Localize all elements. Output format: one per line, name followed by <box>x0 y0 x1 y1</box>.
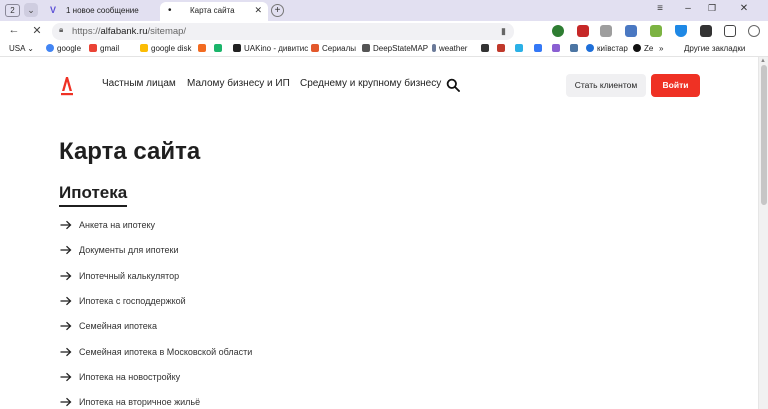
arrow-right-icon <box>60 220 72 230</box>
bookmark-google[interactable]: google <box>46 41 81 57</box>
app-icon <box>198 44 206 52</box>
window-menu-icon[interactable]: ≡ <box>652 3 668 14</box>
weather-icon <box>432 44 436 52</box>
sitemap-link-label[interactable]: Семейная ипотека <box>79 320 157 333</box>
web-page: Частным лицам Малому бизнесу и ИП Средне… <box>0 57 758 409</box>
vk-icon <box>570 44 578 52</box>
gmail-icon <box>89 44 97 52</box>
drive-icon <box>140 44 148 52</box>
uakino-icon <box>233 44 241 52</box>
extension-icon[interactable] <box>625 25 637 37</box>
bookmark-icon[interactable]: ▮ <box>501 26 506 37</box>
download-extension-icon[interactable] <box>650 25 662 37</box>
bookmark-ze[interactable]: Ze <box>633 41 653 57</box>
section-underline <box>59 205 127 207</box>
google-icon <box>46 44 54 52</box>
app-icon <box>534 44 542 52</box>
page-title: Карта сайта <box>59 138 201 165</box>
address-bar[interactable]: 🔒︎ https://alfabank.ru/sitemap/ ▮ <box>52 23 514 40</box>
bookmark-app[interactable] <box>198 41 209 57</box>
kyivstar-icon <box>586 44 594 52</box>
become-client-button[interactable]: Стать клиентом <box>566 74 646 97</box>
extension-icon[interactable] <box>577 25 589 37</box>
login-button[interactable]: Войти <box>651 74 700 97</box>
bookmarks-bar: USA ⌄ google gmail google disk UAKino - … <box>0 41 768 57</box>
tab-messages[interactable]: V 1 новое сообщение <box>44 2 168 21</box>
bookmark-app[interactable] <box>214 41 225 57</box>
back-icon[interactable]: ← <box>7 24 21 36</box>
alfa-logo-icon[interactable] <box>60 74 74 96</box>
tab-title: 1 новое сообщение <box>66 6 139 15</box>
section-title-mortgage: Ипотека <box>59 183 128 202</box>
page-scrollbar[interactable]: ▲ <box>758 57 768 409</box>
bookmark-kyivstar[interactable]: київстар <box>586 41 628 57</box>
app-icon <box>552 44 560 52</box>
url-text: https://alfabank.ru/sitemap/ <box>72 26 187 37</box>
tabs-dropdown-chevron-icon[interactable]: ⌄ <box>24 3 38 17</box>
extension-icon[interactable] <box>700 25 712 37</box>
bookmark-series[interactable]: Сериалы <box>311 41 356 57</box>
minimize-icon[interactable]: – <box>680 3 696 14</box>
app-icon <box>214 44 222 52</box>
series-icon <box>311 44 319 52</box>
app-icon <box>497 44 505 52</box>
scroll-up-icon[interactable]: ▲ <box>760 58 766 64</box>
loading-dot-icon: • <box>168 5 172 16</box>
other-bookmarks[interactable]: Другие закладки <box>684 41 745 57</box>
arrow-right-icon <box>60 397 72 407</box>
sitemap-link-label[interactable]: Ипотека с господдержкой <box>79 295 186 308</box>
bookmark-google-disk[interactable]: google disk <box>140 41 191 57</box>
extensions-puzzle-icon[interactable] <box>724 25 736 37</box>
lock-icon: 🔒︎ <box>59 25 64 34</box>
bookmark-weather[interactable]: weather <box>432 41 467 57</box>
app-icon <box>481 44 489 52</box>
arrow-right-icon <box>60 347 72 356</box>
more-bookmarks-icon[interactable]: » <box>659 41 663 57</box>
app-icon <box>515 44 523 52</box>
tab-strip: 2 ⌄ V 1 новое сообщение • Карта сайта ✕ … <box>0 0 768 21</box>
extension-icon[interactable] <box>600 25 612 37</box>
nav-individuals[interactable]: Частным лицам <box>102 78 176 89</box>
sitemap-link-label[interactable]: Ипотечный калькулятор <box>79 270 179 283</box>
vpn-extension-icon[interactable] <box>675 25 687 37</box>
nav-corporate[interactable]: Среднему и крупному бизнесу <box>300 78 441 89</box>
arrow-right-icon <box>60 246 72 255</box>
bookmark-gmail[interactable]: gmail <box>89 41 119 57</box>
bookmark-app[interactable] <box>497 41 508 57</box>
bookmark-app[interactable] <box>515 41 526 57</box>
bookmark-app[interactable] <box>481 41 492 57</box>
sitemap-link-label[interactable]: Анкета на ипотеку <box>79 219 155 232</box>
arrow-right-icon <box>60 372 72 382</box>
address-row: ← ✕ 🔒︎ https://alfabank.ru/sitemap/ ▮ <box>0 21 768 41</box>
bookmark-usa[interactable]: USA ⌄ <box>9 41 34 57</box>
downloads-icon[interactable] <box>748 25 760 37</box>
map-icon <box>362 44 370 52</box>
tab-counter[interactable]: 2 <box>5 4 20 17</box>
scrollbar-thumb[interactable] <box>761 65 767 205</box>
tab-sitemap[interactable]: • Карта сайта ✕ <box>160 2 268 21</box>
bookmark-deepstatemap[interactable]: DeepStateMAP <box>362 41 428 57</box>
bookmark-app[interactable] <box>552 41 563 57</box>
sitemap-link-label[interactable]: Ипотека на новостройку <box>79 371 180 384</box>
arrow-right-icon <box>60 296 72 306</box>
bookmark-vk[interactable] <box>570 41 581 57</box>
tab-favicon: V <box>50 5 57 15</box>
close-tab-icon[interactable]: ✕ <box>254 2 262 19</box>
close-window-icon[interactable]: ✕ <box>736 3 752 14</box>
ze-icon <box>633 44 641 52</box>
restore-icon[interactable]: ❐ <box>704 3 720 14</box>
new-tab-button[interactable]: + <box>271 4 284 17</box>
sitemap-link-label[interactable]: Документы для ипотеки <box>79 244 178 257</box>
extension-icon[interactable] <box>552 25 564 37</box>
stop-loading-icon[interactable]: ✕ <box>30 24 44 37</box>
bookmark-app[interactable] <box>534 41 545 57</box>
nav-small-business[interactable]: Малому бизнесу и ИП <box>187 78 290 89</box>
sitemap-link-label[interactable]: Ипотека на вторичное жильё <box>79 396 200 409</box>
sitemap-link-label[interactable]: Семейная ипотека в Московской области <box>79 346 252 359</box>
search-icon[interactable] <box>446 78 460 92</box>
tab-title: Карта сайта <box>190 6 235 15</box>
arrow-right-icon <box>60 321 72 331</box>
bookmark-uakino[interactable]: UAKino - дивитис <box>233 41 308 57</box>
arrow-right-icon <box>60 271 72 280</box>
